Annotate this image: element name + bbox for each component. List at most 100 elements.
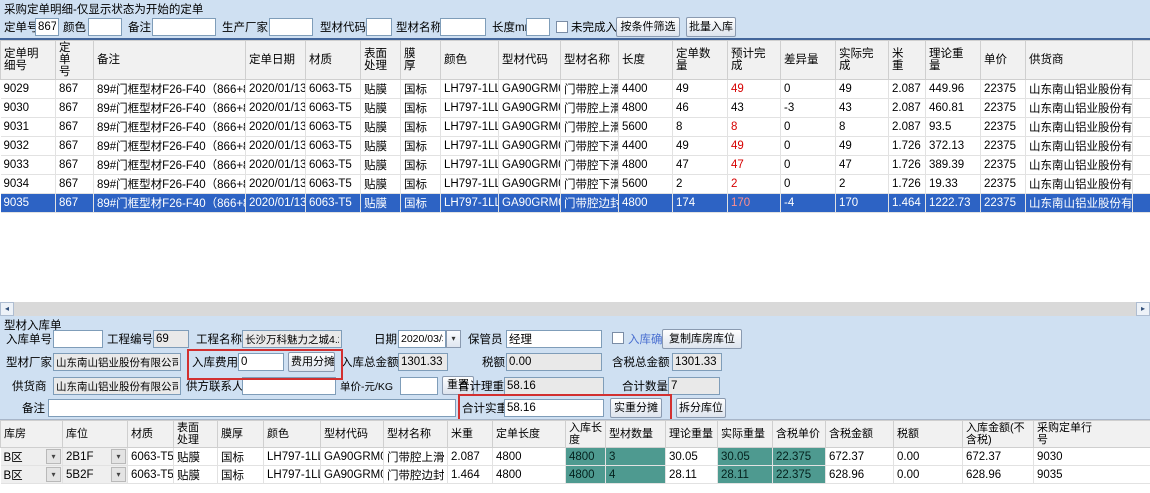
table-cell: 2: [673, 175, 728, 194]
column-header[interactable]: 库房: [1, 421, 63, 448]
chevron-down-icon[interactable]: ▾: [46, 449, 61, 464]
column-header[interactable]: 含税单价: [773, 421, 826, 448]
length-filter-input[interactable]: [526, 18, 550, 36]
column-header[interactable]: 采购定单行 号: [1034, 421, 1150, 448]
column-header[interactable]: 膜厚: [218, 421, 264, 448]
column-header[interactable]: 入库金额(不 含税): [963, 421, 1034, 448]
table-cell: 山东南山铝业股份有限公司: [1026, 194, 1133, 213]
note-input[interactable]: [48, 399, 456, 417]
batch-inbound-button[interactable]: 批量入库: [686, 17, 736, 37]
table-cell: 2020/01/13: [246, 175, 306, 194]
column-header[interactable]: 理论重量: [666, 421, 718, 448]
table-row[interactable]: 903086789#门框型材F26-F40（866+867）2020/01/13…: [1, 99, 1150, 118]
column-header[interactable]: 表面 处理: [361, 41, 401, 80]
inbound-no-input[interactable]: [53, 330, 103, 348]
calendar-dropdown-button[interactable]: ▾: [446, 330, 461, 348]
table-cell: 47: [673, 156, 728, 175]
column-header[interactable]: 型材数量: [606, 421, 666, 448]
column-header[interactable]: 颜色: [264, 421, 321, 448]
order-no-input[interactable]: [35, 18, 59, 36]
keeper-input[interactable]: [506, 330, 602, 348]
table-row[interactable]: 903286789#门框型材F26-F40（866+867）2020/01/13…: [1, 137, 1150, 156]
column-header[interactable]: 实际重量: [718, 421, 773, 448]
column-header[interactable]: 材质: [128, 421, 174, 448]
profile-name-filter-input[interactable]: [440, 18, 486, 36]
stock-table-container: 库房库位材质表面 处理膜厚颜色型材代码型材名称米重定单长度入库长度型材数量理论重…: [0, 419, 1150, 493]
column-header[interactable]: 表面 处理: [174, 421, 218, 448]
manufacturer-filter-input[interactable]: [269, 18, 313, 36]
column-header[interactable]: 型材代码: [321, 421, 384, 448]
total-with-tax-input[interactable]: [672, 353, 722, 371]
table-cell: 9034: [1, 175, 56, 194]
project-name-input[interactable]: [242, 330, 342, 348]
table-cell: [1133, 137, 1150, 156]
table-cell: 89#门框型材F26-F40（866+867）: [94, 175, 246, 194]
column-header[interactable]: 定单数 量: [673, 41, 728, 80]
column-header[interactable]: 型材代码: [499, 41, 561, 80]
copy-location-button[interactable]: 复制库房库位: [662, 329, 742, 349]
total-amount-input[interactable]: [398, 353, 448, 371]
supplier-input[interactable]: [53, 377, 181, 395]
table-row[interactable]: 903186789#门框型材F26-F40（866+867）2020/01/13…: [1, 118, 1150, 137]
fee-input[interactable]: [238, 353, 284, 371]
column-header[interactable]: 库位: [63, 421, 128, 448]
scroll-right-button[interactable]: ▸: [1136, 302, 1150, 316]
column-header[interactable]: 备注: [94, 41, 246, 80]
remark-filter-input[interactable]: [152, 18, 216, 36]
column-header[interactable]: 米重: [448, 421, 493, 448]
table-row[interactable]: B区▾2B1F▾6063-T5贴膜国标LH797-1LL0GA90GRM03门带…: [1, 448, 1150, 466]
column-header[interactable]: [1133, 41, 1150, 80]
chevron-down-icon[interactable]: ▾: [111, 467, 126, 482]
column-header[interactable]: 入库长度: [566, 421, 606, 448]
table-row[interactable]: 902986789#门框型材F26-F40（866+867）2020/01/13…: [1, 80, 1150, 99]
table-row[interactable]: B区▾5B2F▾6063-T5贴膜国标LH797-1LL0GA90GRM05门带…: [1, 466, 1150, 484]
fee-share-button[interactable]: 费用分摊: [288, 352, 335, 372]
table-cell: 9035: [1034, 466, 1150, 484]
table-cell: 门带腔下滑: [561, 156, 619, 175]
column-header[interactable]: 定单日期: [246, 41, 306, 80]
column-header[interactable]: 膜 厚: [401, 41, 441, 80]
scroll-left-button[interactable]: ◂: [0, 302, 14, 316]
filter-by-condition-button[interactable]: 按条件筛选: [616, 17, 680, 37]
column-header[interactable]: 定 单 号: [56, 41, 94, 80]
column-header[interactable]: 颜色: [441, 41, 499, 80]
column-header[interactable]: 差异量: [781, 41, 836, 80]
inbound-confirm-checkbox[interactable]: [612, 332, 624, 344]
unfinished-checkbox[interactable]: [556, 21, 568, 33]
table-cell: GA90GRM05: [499, 194, 561, 213]
table-row[interactable]: 903486789#门框型材F26-F40（866+867）2020/01/13…: [1, 175, 1150, 194]
column-header[interactable]: 型材名称: [561, 41, 619, 80]
column-header[interactable]: 理论重 量: [926, 41, 981, 80]
column-header[interactable]: 长度: [619, 41, 673, 80]
color-filter-input[interactable]: [88, 18, 122, 36]
column-header[interactable]: 实际完 成: [836, 41, 889, 80]
maker-input[interactable]: [53, 353, 181, 371]
column-header[interactable]: 预计完 成: [728, 41, 781, 80]
column-header[interactable]: 单价: [981, 41, 1026, 80]
column-header[interactable]: 税额: [894, 421, 963, 448]
chevron-down-icon[interactable]: ▾: [46, 467, 61, 482]
profile-code-filter-input[interactable]: [366, 18, 392, 36]
column-header[interactable]: 型材名称: [384, 421, 448, 448]
tax-input[interactable]: [506, 353, 602, 371]
project-no-input[interactable]: [153, 330, 189, 348]
column-header[interactable]: 定单明 细号: [1, 41, 56, 80]
column-header[interactable]: 材质: [306, 41, 361, 80]
horizontal-scrollbar[interactable]: ◂ ▸: [0, 302, 1150, 316]
table-row[interactable]: 903386789#门框型材F26-F40（866+867）2020/01/13…: [1, 156, 1150, 175]
column-header[interactable]: 定单长度: [493, 421, 566, 448]
total-qty-input[interactable]: [668, 377, 720, 395]
column-header[interactable]: 供货商: [1026, 41, 1133, 80]
column-header[interactable]: 米 重: [889, 41, 926, 80]
chevron-down-icon[interactable]: ▾: [111, 449, 126, 464]
total-actual-input[interactable]: [504, 399, 604, 417]
table-row[interactable]: 903586789#门框型材F26-F40（866+867）2020/01/13…: [1, 194, 1150, 213]
supplier-contact-input[interactable]: [242, 377, 336, 395]
total-theory-input[interactable]: [504, 377, 604, 395]
column-header[interactable]: 含税金额: [826, 421, 894, 448]
unit-price-input[interactable]: [400, 377, 438, 395]
date-input[interactable]: [398, 330, 446, 348]
split-location-button[interactable]: 拆分库位: [676, 398, 726, 418]
table-cell: GA90GRM03: [499, 99, 561, 118]
actual-weight-share-button[interactable]: 实重分摊: [610, 398, 662, 418]
